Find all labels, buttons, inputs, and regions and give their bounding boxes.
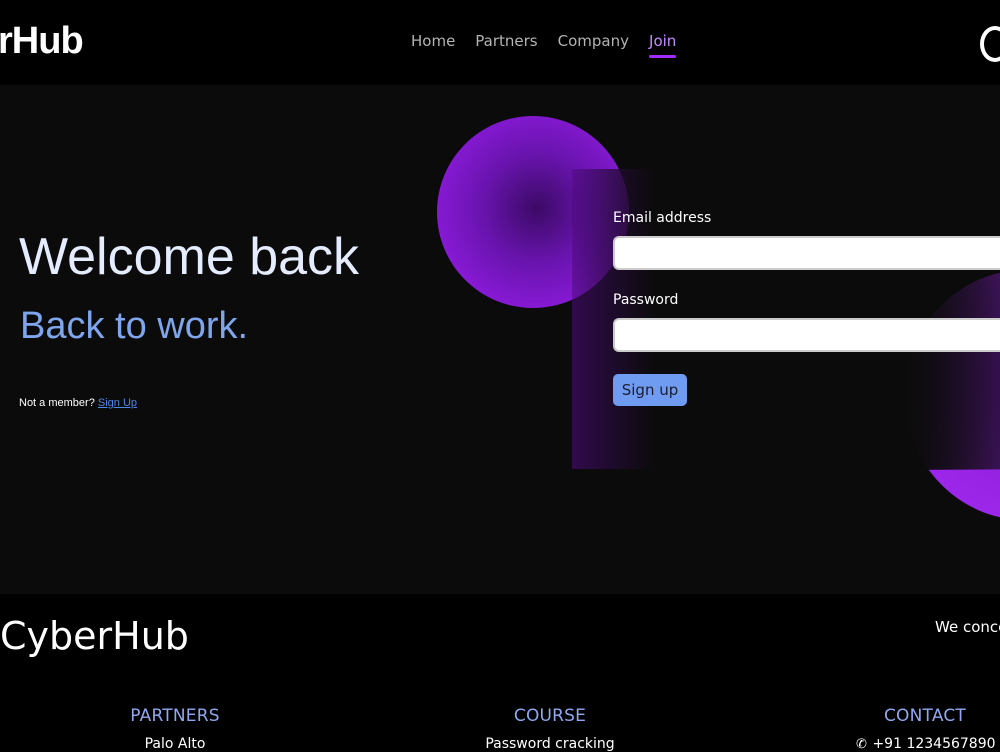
login-hero: Welcome back Back to work. Not a member?… xyxy=(0,85,1000,594)
footer-column-contact: CONTACT ✆ +91 1234567890 xyxy=(825,706,1000,752)
phone-icon: ✆ xyxy=(856,737,867,752)
nav-link-company[interactable]: Company xyxy=(558,32,629,54)
footer-heading-partners: PARTNERS xyxy=(130,706,220,726)
member-prompt: Not a member? Sign Up xyxy=(19,397,137,409)
tagline-heading: Back to work. xyxy=(20,305,249,347)
brand-logo[interactable]: rHub xyxy=(0,20,84,63)
nav-link-partners[interactable]: Partners xyxy=(475,32,537,54)
footer-tagline: We conce xyxy=(935,618,1000,636)
signup-link[interactable]: Sign Up xyxy=(98,397,137,409)
member-text: Not a member? xyxy=(19,397,98,409)
footer-heading-contact: CONTACT xyxy=(883,706,967,726)
footer-heading-course: COURSE xyxy=(513,706,587,726)
footer-brand: CyberHub xyxy=(0,614,189,658)
nav-link-home[interactable]: Home xyxy=(411,32,455,54)
login-form: Email address Password Sign up xyxy=(613,210,1000,406)
password-label: Password xyxy=(613,292,679,308)
footer-column-partners: PARTNERS Palo Alto xyxy=(75,706,275,752)
email-label: Email address xyxy=(613,210,712,226)
nav-link-join[interactable]: Join xyxy=(649,32,677,58)
email-field[interactable] xyxy=(613,236,1000,270)
top-navbar: rHub Home Partners Company Join xyxy=(0,0,1000,85)
site-footer: CyberHub We conce PARTNERS Palo Alto COU… xyxy=(0,594,1000,752)
footer-column-course: COURSE Password cracking xyxy=(450,706,650,752)
welcome-heading: Welcome back xyxy=(19,228,360,286)
password-field[interactable] xyxy=(613,318,1000,352)
signup-button[interactable]: Sign up xyxy=(613,374,687,406)
partial-logo-icon[interactable] xyxy=(980,26,1000,62)
nav-links: Home Partners Company Join xyxy=(411,32,696,58)
